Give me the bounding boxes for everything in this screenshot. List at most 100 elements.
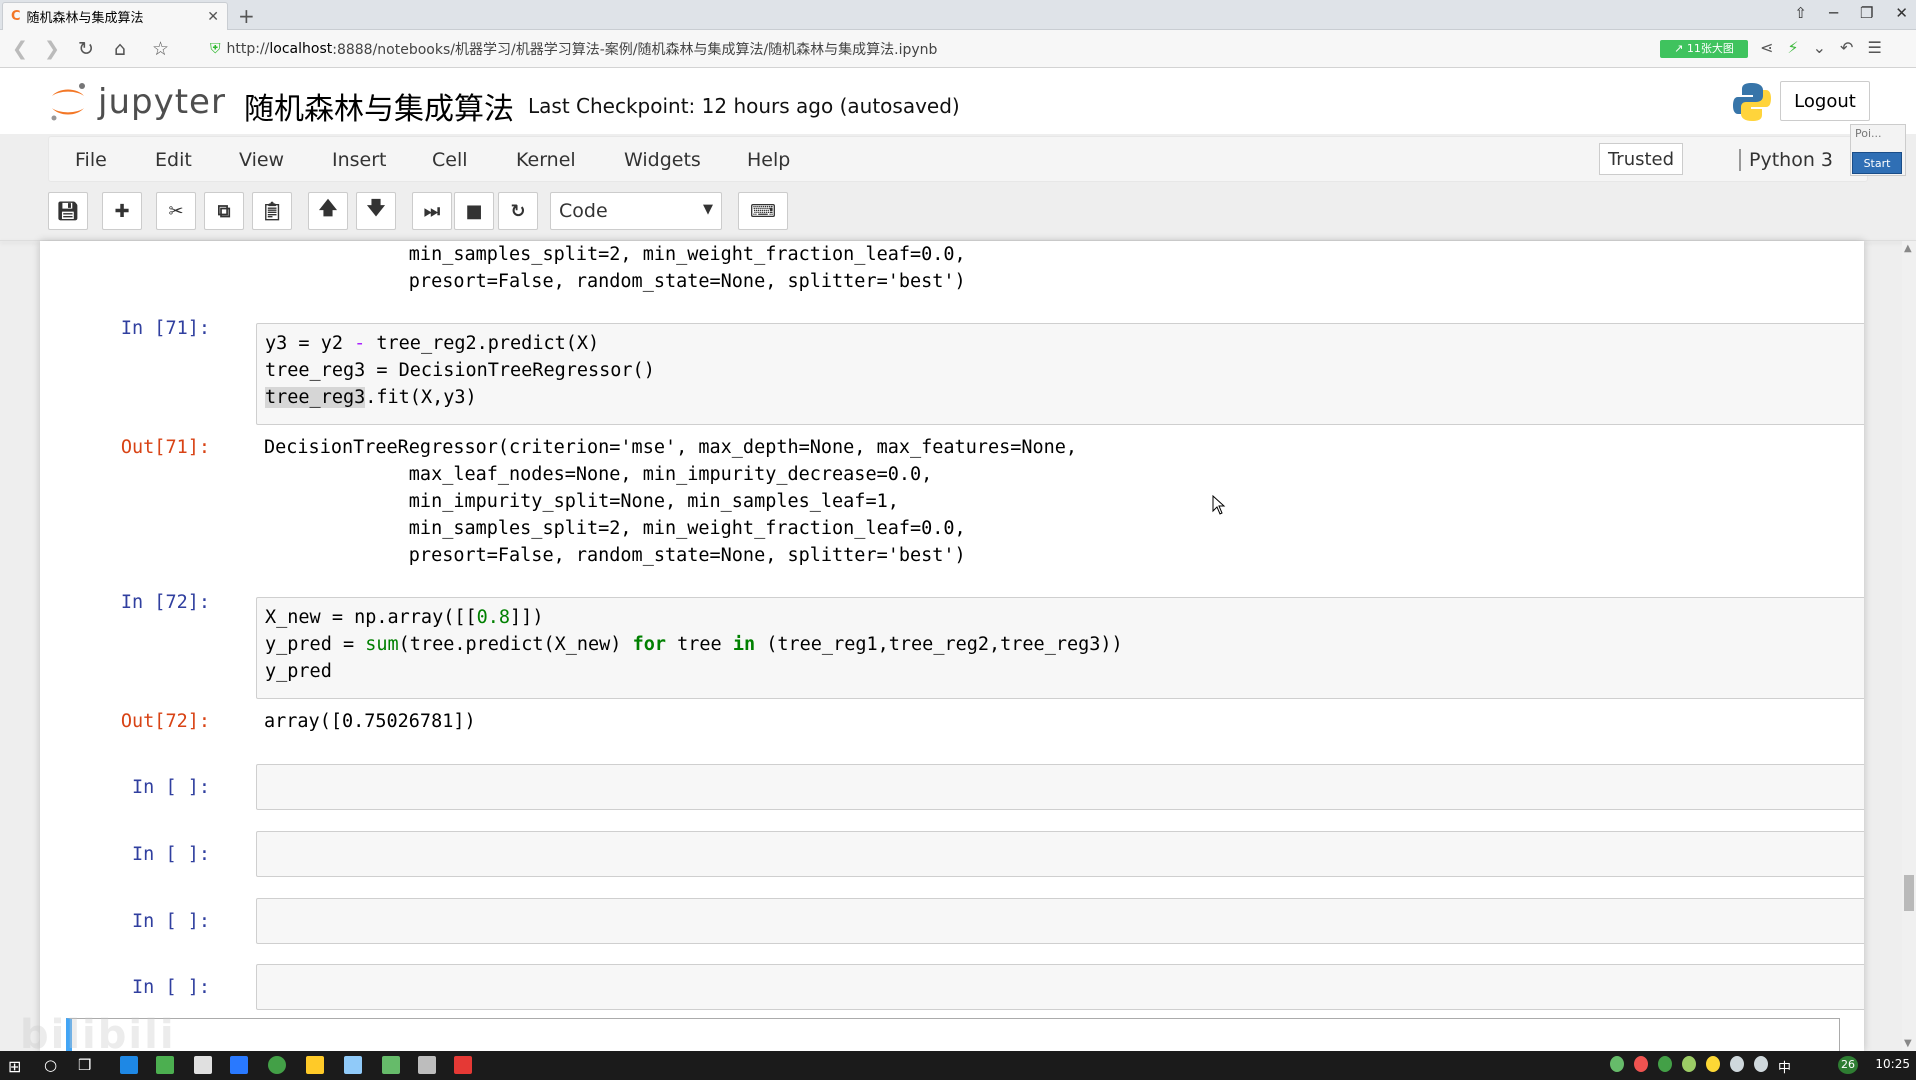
restart-icon[interactable]: ↻ [498,192,538,230]
caret-down-icon: ▼ [703,202,713,217]
input-prompt: In [ ]: [132,844,210,865]
copy-icon[interactable]: ⧉ [204,192,244,230]
notebook-title[interactable]: 随机森林与集成算法 [244,84,514,128]
scroll-down-icon[interactable]: ▼ [1904,1038,1912,1049]
url-prefix: http:// [226,41,270,57]
menu-insert[interactable]: Insert [332,149,387,171]
tray-icon[interactable] [1682,1056,1696,1072]
output-line: min_samples_split=2, min_weight_fraction… [264,518,966,539]
search-icon[interactable]: ○ [44,1056,57,1074]
close-icon[interactable]: ✕ [207,9,219,25]
run-icon[interactable]: ⏭ [412,192,452,230]
browser-tab-bar: C 随机森林与集成算法 ✕ + ⇧ ─ ❐ ✕ [0,0,1916,30]
prev-output-line: presort=False, random_state=None, splitt… [264,271,966,292]
checkpoint-status: Last Checkpoint: 12 hours ago (autosaved… [528,94,960,118]
menu-edit[interactable]: Edit [155,149,192,171]
app-icon[interactable] [418,1056,436,1074]
volume-icon[interactable] [1754,1056,1768,1072]
url-field[interactable]: ⛨ http://localhost:8888/notebooks/机器学习/机… [210,37,1650,61]
new-tab-button[interactable]: + [238,4,255,28]
folder-icon[interactable] [306,1056,324,1074]
restore-icon[interactable]: ❐ [1860,4,1873,22]
jupyter-header: jupyter 随机森林与集成算法 Last Checkpoint: 12 ho… [0,68,1916,134]
code-cell-72[interactable]: X_new = np.array([[0.8]]) y_pred = sum(t… [256,597,1864,699]
network-icon[interactable] [1730,1056,1744,1072]
store-icon[interactable] [156,1056,174,1074]
reload-icon[interactable]: ↻ [78,38,94,60]
empty-code-cell[interactable] [256,964,1864,1010]
page-scrollbar[interactable]: ▲ ▼ [1902,241,1916,1051]
code-line: y_pred [265,661,332,682]
input-language[interactable]: 中 [1778,1057,1791,1076]
image-badge[interactable]: ↗ 11张大图 [1660,40,1748,58]
menubar: File Edit View Insert Cell Kernel Widget… [48,136,1868,182]
plus-icon[interactable]: ✚ [102,192,142,230]
app-icon[interactable] [344,1056,362,1074]
input-prompt: In [71]: [120,318,210,339]
arrow-up-icon[interactable]: 🡅 [308,192,348,230]
app-icon[interactable] [382,1056,400,1074]
os-taskbar: ⊞ ○ ❒ 中 26 10:25 [0,1051,1916,1080]
url-host: localhost [269,41,333,57]
address-bar-tools: ⋖ ⚡ ⌄ ↶ ☰ [1760,38,1882,57]
minimize-icon[interactable]: ─ [1829,4,1838,22]
address-bar: ❮ ❯ ↻ ⌂ ☆ ⛨ http://localhost:8888/notebo… [0,30,1916,68]
output-line: max_leaf_nodes=None, min_impurity_decrea… [264,464,933,485]
menu-cell[interactable]: Cell [432,149,468,171]
scroll-up-icon[interactable]: ▲ [1904,243,1912,254]
input-prompt: In [ ]: [132,777,210,798]
secure-shield-icon: ⛨ [210,41,221,57]
empty-code-cell[interactable] [256,764,1864,810]
save-icon[interactable]: 💾︎ [48,192,88,230]
tray-icon[interactable] [1610,1056,1624,1072]
cell-type-select[interactable]: Code ▼ [550,192,722,230]
chevron-down-icon[interactable]: ⌄ [1813,38,1826,57]
scrollbar-thumb[interactable] [1904,875,1914,911]
task-view-icon[interactable]: ❒ [78,1056,91,1074]
edge-icon[interactable] [120,1056,138,1074]
windows-start-icon[interactable]: ⊞ [8,1057,21,1076]
start-button[interactable]: Start [1852,152,1902,174]
jupyter-wordmark: jupyter [98,82,226,122]
browser-tab[interactable]: C 随机森林与集成算法 ✕ [2,2,228,30]
trusted-indicator[interactable]: Trusted [1599,143,1683,175]
menu-view[interactable]: View [239,149,284,171]
cell-type-value: Code [559,200,608,222]
clock[interactable]: 10:25 [1875,1057,1910,1071]
code-line: y3 = y2 - tree_reg2.predict(X) [265,333,600,354]
undo-icon[interactable]: ↶ [1840,38,1853,57]
share-icon[interactable]: ⋖ [1760,38,1773,57]
forward-icon[interactable]: ❯ [44,38,60,60]
menu-help[interactable]: Help [747,149,790,171]
menu-widgets[interactable]: Widgets [624,149,701,171]
tray-icon[interactable] [1658,1056,1672,1072]
window-close-icon[interactable]: ✕ [1895,4,1908,22]
keyboard-icon[interactable]: ⌨ [738,192,788,230]
empty-code-cell[interactable] [256,831,1864,877]
menu-kernel[interactable]: Kernel [516,149,576,171]
pin-icon[interactable]: ⇧ [1794,4,1807,22]
tray-icon[interactable] [1706,1056,1720,1072]
output-prompt: Out[71]: [120,437,210,458]
menu-icon[interactable]: ☰ [1867,38,1881,57]
paste-icon[interactable]: 📋︎ [252,192,292,230]
output-value: array([0.75026781]) [264,711,476,732]
notification-badge[interactable]: 26 [1838,1056,1858,1074]
cut-icon[interactable]: ✂ [156,192,196,230]
bookmark-star-icon[interactable]: ☆ [152,38,169,60]
arrow-down-icon[interactable]: 🡇 [356,192,396,230]
lightning-icon[interactable]: ⚡ [1787,38,1798,57]
mail-icon[interactable] [194,1056,212,1074]
app-icon[interactable] [230,1056,248,1074]
empty-code-cell[interactable] [256,898,1864,944]
logout-button[interactable]: Logout [1780,81,1870,121]
tray-icon[interactable] [1634,1056,1648,1072]
back-icon[interactable]: ❮ [12,38,28,60]
code-cell-71[interactable]: y3 = y2 - tree_reg2.predict(X) tree_reg3… [256,323,1864,425]
stop-icon[interactable]: ■ [454,192,494,230]
menu-file[interactable]: File [75,149,107,171]
home-icon[interactable]: ⌂ [114,38,126,60]
app-icon[interactable] [454,1056,472,1074]
browser-icon[interactable] [268,1056,286,1074]
jupyter-logo[interactable]: jupyter [46,80,226,124]
